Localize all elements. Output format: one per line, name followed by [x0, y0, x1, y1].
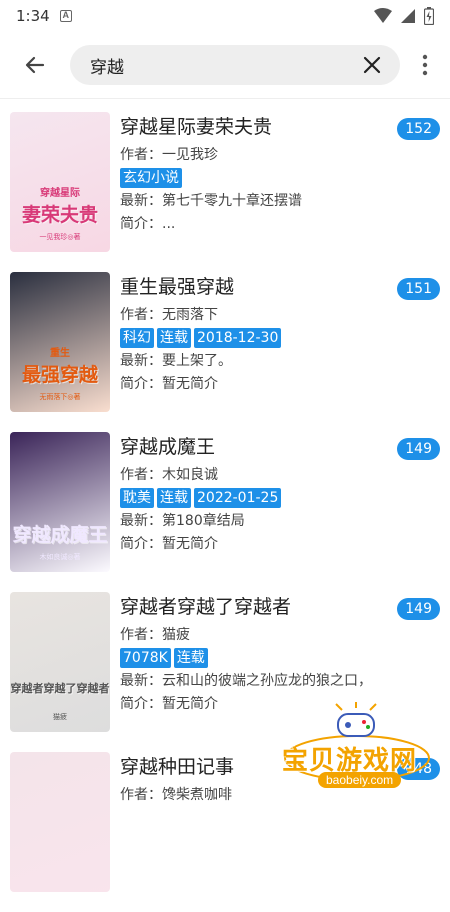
- book-latest: 最新：云和山的彼端之孙应龙的狼之口，: [120, 673, 372, 689]
- book-item[interactable]: 穿越星际 妻荣夫贵 一见我珍◎著 穿越星际妻荣夫贵 作者：一见我珍 玄幻小说 最新：第七千零…: [0, 112, 450, 272]
- cover-author: 一见我珍◎著: [39, 233, 81, 241]
- book-title: 重生最强穿越: [120, 276, 235, 298]
- battery-icon: [424, 7, 434, 25]
- cover-title: 穿越成魔王: [12, 524, 108, 546]
- book-author: 作者：猫疲: [120, 627, 190, 643]
- result-count-badge: 149: [397, 598, 440, 620]
- book-intro: 简介：暂无简介: [120, 376, 218, 392]
- book-tag: 连载: [157, 488, 191, 508]
- cover-title: 妻荣夫贵: [21, 204, 98, 226]
- book-cover[interactable]: 穿越星际妻荣夫贵一见我珍◎著: [10, 112, 110, 252]
- book-cover[interactable]: 重生最强穿越无雨落下◎著: [10, 272, 110, 412]
- book-latest: 最新：第七千零九十章还摆谱: [120, 193, 302, 209]
- book-tag: 2018-12-30: [194, 328, 282, 348]
- book-author: 作者：一见我珍: [120, 147, 218, 163]
- book-title: 穿越星际妻荣夫贵: [120, 116, 273, 138]
- book-tag: 2022-01-25: [194, 488, 282, 508]
- book-info: 穿越成魔王作者：木如良诚耽美 连载 2022-01-25 最新：第180章结局 简介：暂…: [120, 432, 400, 592]
- book-item[interactable]: 重生 最强穿越 无雨落下◎著 重生最强穿越 作者：无雨落下 科幻 连载 2018-12-30 最…: [0, 272, 450, 432]
- book-tags: [120, 808, 400, 828]
- status-bar: 1:34 A: [0, 0, 450, 32]
- search-bar: 穿越: [0, 32, 450, 98]
- book-item[interactable]: 穿越成魔王 木如良诚◎著 穿越成魔王 作者：木如良诚 耽美 连载 2022-01-25 最新：…: [0, 432, 450, 592]
- book-title: 穿越者穿越了穿越者: [120, 596, 292, 618]
- book-tag: 7078K: [120, 648, 171, 668]
- book-tag: 连载: [157, 328, 191, 348]
- more-vertical-icon: [422, 54, 428, 76]
- result-count-badge: 151: [397, 278, 440, 300]
- cover-author: 无雨落下◎著: [39, 393, 81, 401]
- book-intro: 简介：...: [120, 216, 176, 232]
- book-cover[interactable]: [10, 752, 110, 892]
- cover-author: 猫疲: [53, 713, 67, 721]
- search-box[interactable]: 穿越: [70, 45, 400, 85]
- book-tag: 科幻: [120, 328, 154, 348]
- book-cover[interactable]: 穿越成魔王木如良诚◎著: [10, 432, 110, 572]
- book-tag: 玄幻小说: [120, 168, 182, 188]
- book-tag: 连载: [173, 648, 208, 668]
- result-count-badge: 152: [397, 118, 440, 140]
- book-author: 作者：无雨落下: [120, 307, 218, 323]
- header-divider: [0, 98, 450, 99]
- book-author: 作者：木如良诚: [120, 467, 218, 483]
- a-badge-icon: A: [59, 10, 72, 22]
- more-button[interactable]: [400, 32, 450, 98]
- book-tags: 玄幻小说: [120, 168, 400, 188]
- book-tag: 耽美: [120, 488, 154, 508]
- book-info: 穿越星际妻荣夫贵作者：一见我珍玄幻小说最新：第七千零九十章还摆谱 简介：...: [120, 112, 400, 272]
- clear-button[interactable]: [358, 51, 386, 79]
- cover-title: 穿越者穿越了穿越者: [10, 682, 110, 695]
- cover-subtitle: 穿越星际: [40, 188, 80, 199]
- book-latest: 最新：第180章结局: [120, 513, 245, 529]
- status-time: 1:34: [16, 7, 50, 25]
- cover-title: 最强穿越: [21, 364, 98, 386]
- book-intro: 简介：暂无简介: [120, 536, 218, 552]
- book-info: 重生最强穿越作者：无雨落下科幻 连载 2018-12-30 最新：要上架了。 简介：暂无…: [120, 272, 400, 432]
- watermark: 宝贝游戏网 baobeiy.com: [272, 690, 450, 800]
- status-icons: [374, 7, 434, 25]
- book-cover[interactable]: 穿越者穿越了穿越者猫疲: [10, 592, 110, 732]
- watermark-url: baobeiy.com: [318, 772, 402, 788]
- book-title: 穿越成魔王: [120, 436, 216, 458]
- close-icon: [363, 56, 381, 74]
- search-input[interactable]: 穿越: [90, 53, 358, 78]
- book-tags: 7078K 连载: [120, 648, 400, 668]
- book-tags: 耽美 连载 2022-01-25: [120, 488, 400, 508]
- cover-subtitle: 重生: [50, 348, 70, 359]
- arrow-left-icon: [25, 56, 45, 74]
- book-latest: [120, 831, 400, 851]
- signal-icon: [401, 9, 415, 23]
- wifi-icon: [374, 8, 392, 23]
- back-button[interactable]: [0, 32, 70, 98]
- result-count-badge: 149: [397, 438, 440, 460]
- book-intro: [120, 854, 400, 874]
- book-latest: 最新：要上架了。: [120, 353, 232, 369]
- book-tags: 科幻 连载 2018-12-30: [120, 328, 400, 348]
- cover-author: 木如良诚◎著: [39, 553, 81, 561]
